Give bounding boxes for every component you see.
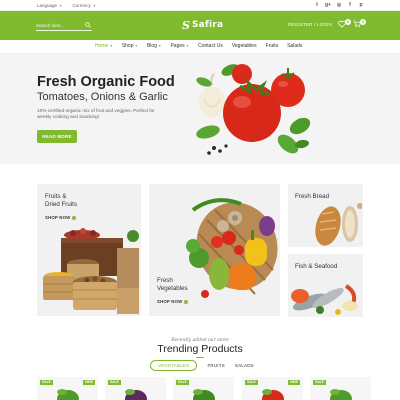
facebook-icon[interactable]: f (347, 2, 353, 8)
category-bread-card[interactable]: Fresh Bread (288, 184, 363, 247)
top-bar: Language ▼ Currency ▼ t g+ ◎ f p (0, 0, 400, 11)
nav-item-label: Salads (287, 43, 303, 49)
nav-item-label: Blog (146, 43, 157, 49)
category-seafood-card[interactable]: Fish & Seafood (288, 254, 363, 317)
nav-item-label: Pages (170, 43, 185, 49)
search-input[interactable] (36, 21, 82, 29)
chevron-down-icon: ▼ (92, 3, 97, 8)
top-bar-selectors: Language ▼ Currency ▼ (37, 3, 96, 8)
header-actions: REGISTER / LOGIN 0 0 (288, 19, 366, 29)
hero-title: Fresh Organic Food (37, 74, 175, 90)
chevron-down-icon: ▼ (185, 44, 190, 48)
shop-now-label: SHOP NOW (45, 215, 71, 220)
arrow-right-icon: › (184, 299, 189, 304)
product-image (262, 389, 284, 400)
product-image (125, 389, 147, 400)
dribbble-icon[interactable]: ◎ (336, 2, 342, 8)
nav-item-salads[interactable]: Salads (287, 43, 302, 49)
hero-subtitle: Tomatoes, Onions & Garlic (37, 91, 168, 103)
category-fruits-title: Fruits & Dried Fruits (45, 193, 77, 208)
category-fruits-title-line2: Dried Fruits (45, 200, 77, 208)
tab-fruits[interactable]: FRUITS (207, 362, 224, 369)
nav-item-blog[interactable]: Blog ▼ (147, 43, 161, 49)
hero-vegetables-image (196, 64, 311, 155)
tab-vegetables[interactable]: VEGETABLES (150, 360, 198, 371)
nav-item-fruits[interactable]: Fruits (266, 43, 279, 49)
chevron-down-icon: ▼ (59, 3, 63, 8)
hero-description: 10% certified-organic mix of fruit and v… (37, 108, 155, 120)
trending-title: Trending Products (157, 343, 243, 355)
nav-item-pages[interactable]: Pages ▼ (170, 43, 189, 49)
tab-salads[interactable]: SALADS (235, 362, 254, 369)
nav-item-label: Contact Us (198, 43, 223, 49)
twitter-icon[interactable]: t (314, 2, 320, 8)
vegetable-basket-image (186, 198, 278, 298)
category-seafood-title: Fish & Seafood (295, 263, 338, 270)
nav-item-label: Home (95, 43, 109, 49)
category-vegetables-title: Fresh Vegetables (157, 277, 188, 292)
nav-item-label: Fruits (265, 43, 279, 49)
nav-item-home[interactable]: Home ▼ (95, 43, 113, 49)
nav-item-label: Vegetables (231, 43, 257, 49)
social-links: t g+ ◎ f p (314, 2, 364, 8)
google-plus-icon[interactable]: g+ (325, 2, 331, 8)
currency-label: Currency (72, 3, 91, 8)
hero-banner: Fresh Organic Food Tomatoes, Onions & Ga… (0, 54, 400, 164)
language-selector[interactable]: Language ▼ (37, 3, 63, 8)
category-vegetables-card[interactable]: Fresh Vegetables SHOP NOW › (149, 184, 280, 316)
product-card[interactable]: SALE (310, 377, 371, 400)
arrow-right-icon: › (72, 215, 77, 220)
chevron-down-icon: ▼ (134, 44, 138, 48)
product-card[interactable]: SALE (105, 377, 166, 400)
bread-image (315, 203, 362, 246)
nav-item-shop[interactable]: Shop ▼ (122, 43, 138, 49)
logo-mark: S (182, 18, 190, 32)
search-box (36, 20, 92, 31)
shop-now-label: SHOP NOW (157, 299, 183, 304)
language-label: Language (37, 3, 58, 8)
trending-tabs: VEGETABLES FRUITS SALADS (150, 360, 254, 371)
chevron-down-icon: ▼ (157, 44, 162, 48)
category-vegetables-title-line2: Vegetables (157, 284, 188, 292)
site-logo[interactable]: S Safira (182, 18, 223, 32)
category-fruits-card[interactable]: Fruits & Dried Fruits SHOP NOW › (37, 184, 141, 316)
product-card[interactable]: SALE (173, 377, 234, 400)
product-image (330, 389, 352, 400)
nav-item-label: Shop (121, 43, 134, 49)
category-fruits-title-line1: Fruits & (45, 193, 67, 200)
fruits-shop-now-link[interactable]: SHOP NOW › (45, 215, 77, 220)
nav-item-contact-us[interactable]: Contact Us (198, 43, 223, 49)
main-nav: Home ▼ Shop ▼ Blog ▼ Pages ▼ Contact Us Vegetable… (0, 40, 400, 54)
product-card[interactable]: SALE NEW (37, 377, 98, 400)
category-vegetables-title-line1: Fresh (157, 277, 173, 284)
register-login-link[interactable]: REGISTER / LOGIN (288, 22, 332, 27)
chevron-down-icon: ▼ (109, 44, 113, 48)
nav-item-vegetables[interactable]: Vegetables (232, 43, 257, 49)
wishlist-count-badge: 0 (345, 19, 351, 25)
header: S Safira REGISTER / LOGIN 0 0 (0, 11, 400, 40)
wishlist-button[interactable]: 0 (338, 19, 351, 29)
vegetables-shop-now-link[interactable]: SHOP NOW › (157, 299, 189, 304)
main-nav-list: Home ▼ Shop ▼ Blog ▼ Pages ▼ Contact Us Vegetable… (95, 43, 302, 49)
product-image (57, 389, 79, 400)
product-image (193, 389, 215, 400)
title-underline (196, 357, 204, 358)
logo-text: Safira (191, 20, 224, 30)
seafood-image (291, 284, 358, 315)
read-more-button[interactable]: READ MORE (37, 130, 77, 143)
search-icon[interactable] (85, 22, 91, 28)
currency-selector[interactable]: Currency ▼ (73, 3, 97, 8)
cart-count-badge: 0 (360, 19, 366, 25)
pinterest-icon[interactable]: p (358, 2, 364, 8)
dried-fruits-baskets-image (43, 228, 139, 314)
product-card[interactable]: SALE NEW (242, 377, 303, 400)
cart-button[interactable]: 0 (353, 19, 366, 29)
